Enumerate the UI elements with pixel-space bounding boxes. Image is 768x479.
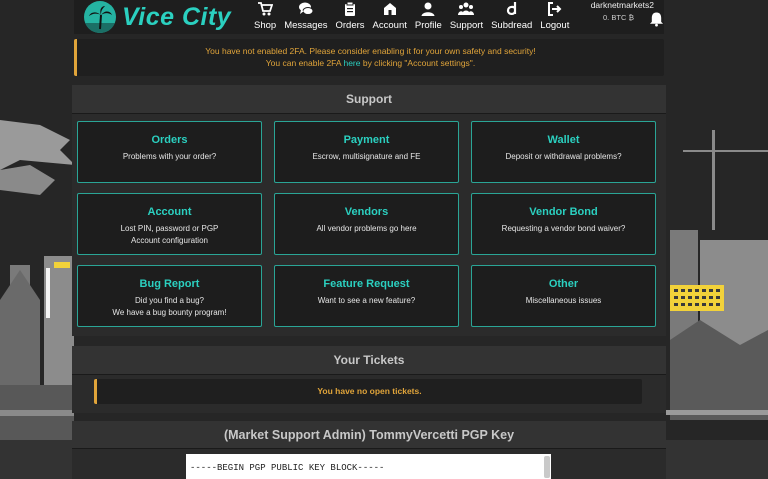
support-card-title: Account [147,206,192,218]
profile-icon [421,2,435,16]
support-card-title: Vendor Bond [529,206,598,218]
support-card-title: Feature Request [323,278,410,290]
support-card-title: Bug Report [139,278,200,290]
nav-shop-label: Shop [254,20,277,31]
logout-icon [547,2,562,16]
nav-messages[interactable]: Messages [280,0,331,34]
pgp-key-textarea[interactable]: -----BEGIN PGP PUBLIC KEY BLOCK----- [186,454,551,479]
nav-logout-label: Logout [540,20,570,31]
nav-logout[interactable]: Logout [536,0,573,34]
support-card-desc: All vendor problems go here [316,224,417,233]
support-card-vendors[interactable]: Vendors All vendor problems go here [274,193,459,255]
alert-line-2: You can enable 2FA here by clicking "Acc… [77,57,664,69]
logo-text: Vice City [122,2,232,31]
nav-shop[interactable]: Shop [250,0,280,34]
support-card-desc: Miscellaneous issues [525,296,602,305]
nav-orders-label: Orders [335,20,365,31]
support-card-bug-report[interactable]: Bug Report Did you find a bug? We have a… [77,265,262,327]
alert-line-2-suffix: by clicking "Account settings". [360,58,476,68]
top-header: Vice City Shop Messages Orders Account P… [74,0,664,34]
pgp-scrollbar[interactable] [544,456,550,478]
support-card-desc: Problems with your order? [122,152,217,161]
support-card-account[interactable]: Account Lost PIN, password or PGP Accoun… [77,193,262,255]
logo[interactable]: Vice City [84,1,231,33]
nav-account[interactable]: Account [369,0,411,34]
messages-icon [298,2,314,15]
support-card-vendor-bond[interactable]: Vendor Bond Requesting a vendor bond wai… [471,193,656,255]
nav-support[interactable]: Support [446,0,487,34]
support-card-desc: Escrow, multisignature and FE [312,152,421,161]
nav-subdread[interactable]: Subdread [487,0,536,34]
username[interactable]: darknetmarkets2 [591,0,654,10]
nav-profile[interactable]: Profile [411,0,446,34]
nav-subdread-label: Subdread [491,20,533,31]
alert-line-1: You have not enabled 2FA. Please conside… [205,46,536,56]
btc-balance: 0. BTC ₿ [603,13,634,22]
palm-tree-logo-icon [84,1,116,33]
support-card-title: Wallet [547,134,580,146]
support-title: Support [72,85,666,114]
support-card-title: Vendors [344,206,389,218]
support-card-desc: Deposit or withdrawal problems? [505,152,622,161]
main-nav: Shop Messages Orders Account Profile Sup… [250,0,573,34]
support-card-desc: Requesting a vendor bond waiver? [501,224,626,233]
support-card-other[interactable]: Other Miscellaneous issues [471,265,656,327]
support-card-title: Other [548,278,579,290]
nav-messages-label: Messages [284,20,328,31]
no-tickets-notice: You have no open tickets. [94,379,642,404]
cart-icon [258,2,274,16]
support-card-feature-request[interactable]: Feature Request Want to see a new featur… [274,265,459,327]
enable-2fa-link[interactable]: here [343,58,360,68]
tickets-title: Your Tickets [72,346,666,375]
support-card-wallet[interactable]: Wallet Deposit or withdrawal problems? [471,121,656,183]
subdread-icon [506,2,516,16]
support-card-payment[interactable]: Payment Escrow, multisignature and FE [274,121,459,183]
nav-account-label: Account [372,20,407,31]
support-card-desc: Lost PIN, password or PGP Account config… [120,224,219,245]
tickets-panel: Your Tickets You have no open tickets. [72,346,666,413]
account-icon [383,3,396,15]
nav-profile-label: Profile [414,20,442,31]
user-box: darknetmarkets2 0. BTC ₿ [591,0,654,22]
notification-bell-icon[interactable] [649,11,664,27]
nav-orders[interactable]: Orders [332,0,369,34]
pgp-title: (Market Support Admin) TommyVercetti PGP… [72,421,666,449]
orders-icon [345,1,356,16]
pgp-key-text: -----BEGIN PGP PUBLIC KEY BLOCK----- [190,463,385,473]
support-card-title: Payment [343,134,390,146]
support-card-orders[interactable]: Orders Problems with your order? [77,121,262,183]
support-card-title: Orders [151,134,188,146]
support-panel: Support Orders Problems with your order?… [72,85,666,336]
support-icon [458,2,475,15]
support-card-desc: Did you find a bug? We have a bug bounty… [112,296,227,317]
alert-line-2-prefix: You can enable 2FA [265,58,344,68]
pgp-key-panel: (Market Support Admin) TommyVercetti PGP… [72,421,666,479]
2fa-warning-alert: You have not enabled 2FA. Please conside… [74,39,664,76]
nav-support-label: Support [449,20,484,31]
support-card-desc: Want to see a new feature? [317,296,416,305]
